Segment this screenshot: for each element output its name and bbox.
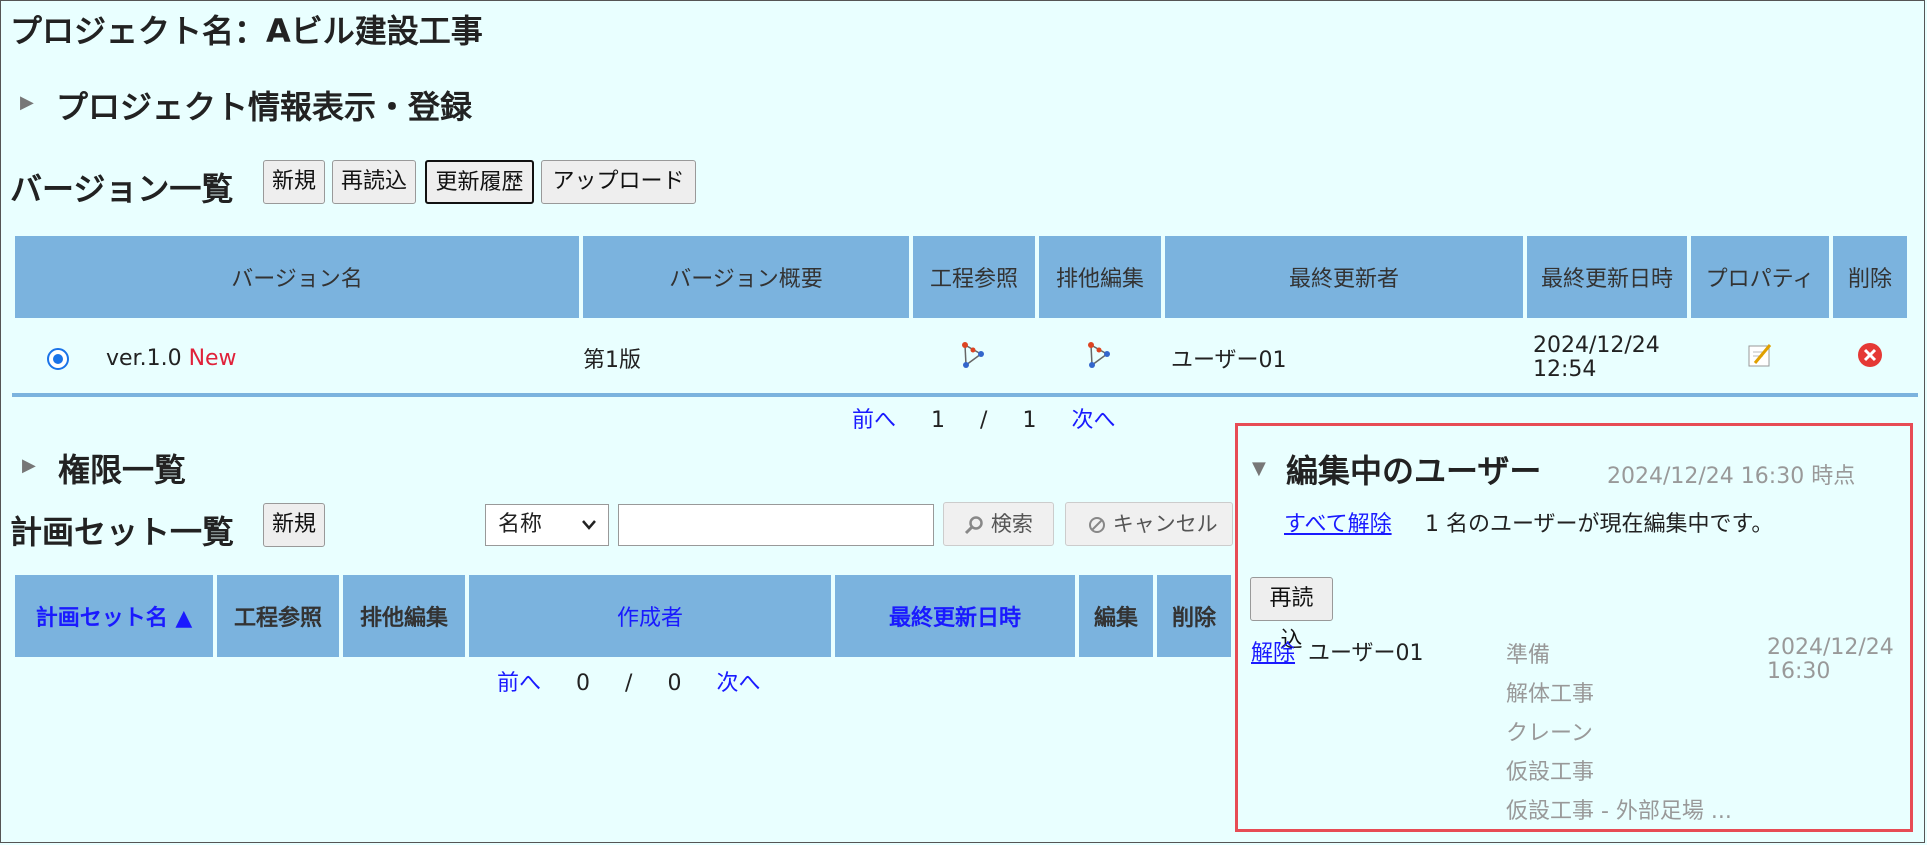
- pager-total: 1: [1022, 408, 1037, 433]
- panel-collapse-toggle[interactable]: ▼: [1252, 458, 1266, 479]
- list-item: 準備: [1506, 643, 1551, 668]
- as-of-timestamp: 2024/12/24 16:30 時点: [1607, 464, 1856, 489]
- version-summary: 第1版: [583, 348, 641, 373]
- editing-since-time: 16:30: [1767, 659, 1831, 684]
- pager-next[interactable]: 次へ: [716, 671, 760, 696]
- col-version-summary: バージョン概要: [583, 236, 909, 318]
- new-badge: New: [188, 345, 237, 371]
- version-name-cell: ver.1.0 New: [15, 318, 579, 398]
- col-last-updater: 最終更新者: [1165, 236, 1523, 318]
- col-process-ref: 工程参照: [217, 575, 339, 657]
- col-planset-name[interactable]: 計画セット名 ▲: [15, 575, 213, 657]
- cancel-button-label: キャンセル: [1112, 512, 1218, 536]
- cancel-button[interactable]: キャンセル: [1065, 502, 1233, 546]
- pager-separator: /: [625, 671, 633, 696]
- delete-icon[interactable]: [1857, 342, 1883, 368]
- col-properties: プロパティ: [1691, 236, 1829, 318]
- search-field-select[interactable]: 名称: [485, 504, 609, 546]
- col-delete: 削除: [1833, 236, 1907, 318]
- list-item: クレーン: [1506, 721, 1593, 746]
- table-row: ver.1.0 New 第1版 ユーザー01 2024/12/24 12:54: [15, 318, 1907, 398]
- plansets-table: 計画セット名 ▲ 工程参照 排他編集 作成者 最終更新日時 編集 削除: [11, 575, 1235, 657]
- editing-since-date: 2024/12/24: [1767, 635, 1894, 660]
- collapse-triangle-icon: ▼: [1252, 458, 1266, 479]
- editing-status-text: 1 名のユーザーが現在編集中です。: [1425, 512, 1774, 537]
- col-exclusive-edit: 排他編集: [1039, 236, 1161, 318]
- pager-prev[interactable]: 前へ: [497, 671, 541, 696]
- release-user-link[interactable]: 解除: [1251, 635, 1295, 667]
- chevron-down-icon: [580, 505, 598, 559]
- editing-since: 2024/12/24 16:30: [1767, 636, 1894, 684]
- version-name[interactable]: ver.1.0: [106, 346, 182, 371]
- col-last-updated: 最終更新日時: [1527, 236, 1687, 318]
- col-edit: 編集: [1079, 575, 1153, 657]
- pager-current: 1: [931, 408, 946, 433]
- project-info-toggle[interactable]: ▶: [20, 92, 34, 113]
- versions-heading: バージョン一覧: [10, 170, 234, 208]
- list-item: 仮設工事: [1506, 760, 1595, 785]
- radio-dot: [53, 353, 63, 364]
- search-button-label: 検索: [990, 512, 1033, 536]
- editing-items-list: 準備 解体工事 クレーン 仮設工事 仮設工事 - 外部足場 ...: [1506, 636, 1732, 831]
- pager-total: 0: [667, 671, 682, 696]
- list-item: 仮設工事 - 外部足場 ...: [1506, 799, 1732, 824]
- table-bottom-rule: [12, 393, 1918, 397]
- version-new-button[interactable]: 新規: [263, 160, 325, 204]
- delete-cell: [1833, 318, 1907, 398]
- search-field-value: 名称: [498, 512, 543, 537]
- editing-users-title: 編集中のユーザー: [1286, 452, 1542, 490]
- version-reload-button[interactable]: 再読込: [332, 160, 416, 204]
- plansets-heading: 計画セット一覧: [10, 513, 235, 551]
- editing-user-name: ユーザー01: [1308, 641, 1424, 666]
- col-last-updated[interactable]: 最終更新日時: [835, 575, 1075, 657]
- cancel-icon: [1089, 517, 1105, 533]
- last-updated-time: 12:54: [1533, 357, 1597, 382]
- versions-table: バージョン名 バージョン概要 工程参照 排他編集 最終更新者 最終更新日時 プロ…: [11, 236, 1911, 398]
- pager-separator: /: [980, 408, 988, 433]
- search-icon: [965, 516, 983, 535]
- col-version-name: バージョン名: [15, 236, 579, 318]
- versions-pager: 前へ 1 / 1 次へ: [838, 402, 1129, 434]
- search-button[interactable]: 検索: [943, 502, 1054, 546]
- plansets-pager: 前へ 0 / 0 次へ: [483, 665, 774, 697]
- release-all-link[interactable]: すべて解除: [1284, 506, 1392, 538]
- planset-new-button[interactable]: 新規: [263, 503, 325, 547]
- col-delete: 削除: [1157, 575, 1231, 657]
- pager-prev[interactable]: 前へ: [852, 408, 896, 433]
- pager-next[interactable]: 次へ: [1071, 408, 1115, 433]
- edit-properties-icon[interactable]: [1746, 341, 1774, 369]
- network-icon[interactable]: [1085, 340, 1115, 370]
- project-info-heading[interactable]: プロジェクト情報表示・登録: [56, 82, 472, 128]
- editing-users-panel: ▼ 編集中のユーザー 2024/12/24 16:30 時点 すべて解除 1 名…: [1235, 423, 1913, 832]
- process-ref-cell: [913, 318, 1035, 398]
- col-creator[interactable]: 作成者: [469, 575, 831, 657]
- expand-triangle-icon: ▶: [22, 455, 36, 476]
- last-updated-date: 2024/12/24: [1533, 333, 1660, 358]
- permissions-heading[interactable]: 権限一覧: [58, 445, 186, 491]
- pager-current: 0: [576, 671, 591, 696]
- list-item: 解体工事: [1506, 682, 1595, 707]
- last-updater: ユーザー01: [1171, 348, 1287, 373]
- plansets-header-row: 計画セット名 ▲ 工程参照 排他編集 作成者 最終更新日時 編集 削除: [15, 575, 1231, 657]
- permissions-toggle[interactable]: ▶: [22, 455, 36, 476]
- expand-triangle-icon: ▶: [20, 92, 34, 113]
- search-input[interactable]: [618, 504, 934, 546]
- col-exclusive-edit: 排他編集: [343, 575, 465, 657]
- last-updated-cell: 2024/12/24 12:54: [1527, 318, 1687, 398]
- col-process-ref: 工程参照: [913, 236, 1035, 318]
- properties-cell: [1691, 318, 1829, 398]
- panel-reload-button[interactable]: 再読込: [1250, 577, 1333, 653]
- project-title: プロジェクト名：Aビル建設工事: [10, 12, 483, 50]
- exclusive-edit-cell: [1039, 318, 1161, 398]
- network-icon[interactable]: [959, 340, 989, 370]
- versions-header-row: バージョン名 バージョン概要 工程参照 排他編集 最終更新者 最終更新日時 プロ…: [15, 236, 1907, 318]
- version-radio[interactable]: [47, 347, 69, 370]
- version-history-button[interactable]: 更新履歴: [425, 160, 534, 204]
- version-upload-button[interactable]: アップロード: [541, 160, 696, 204]
